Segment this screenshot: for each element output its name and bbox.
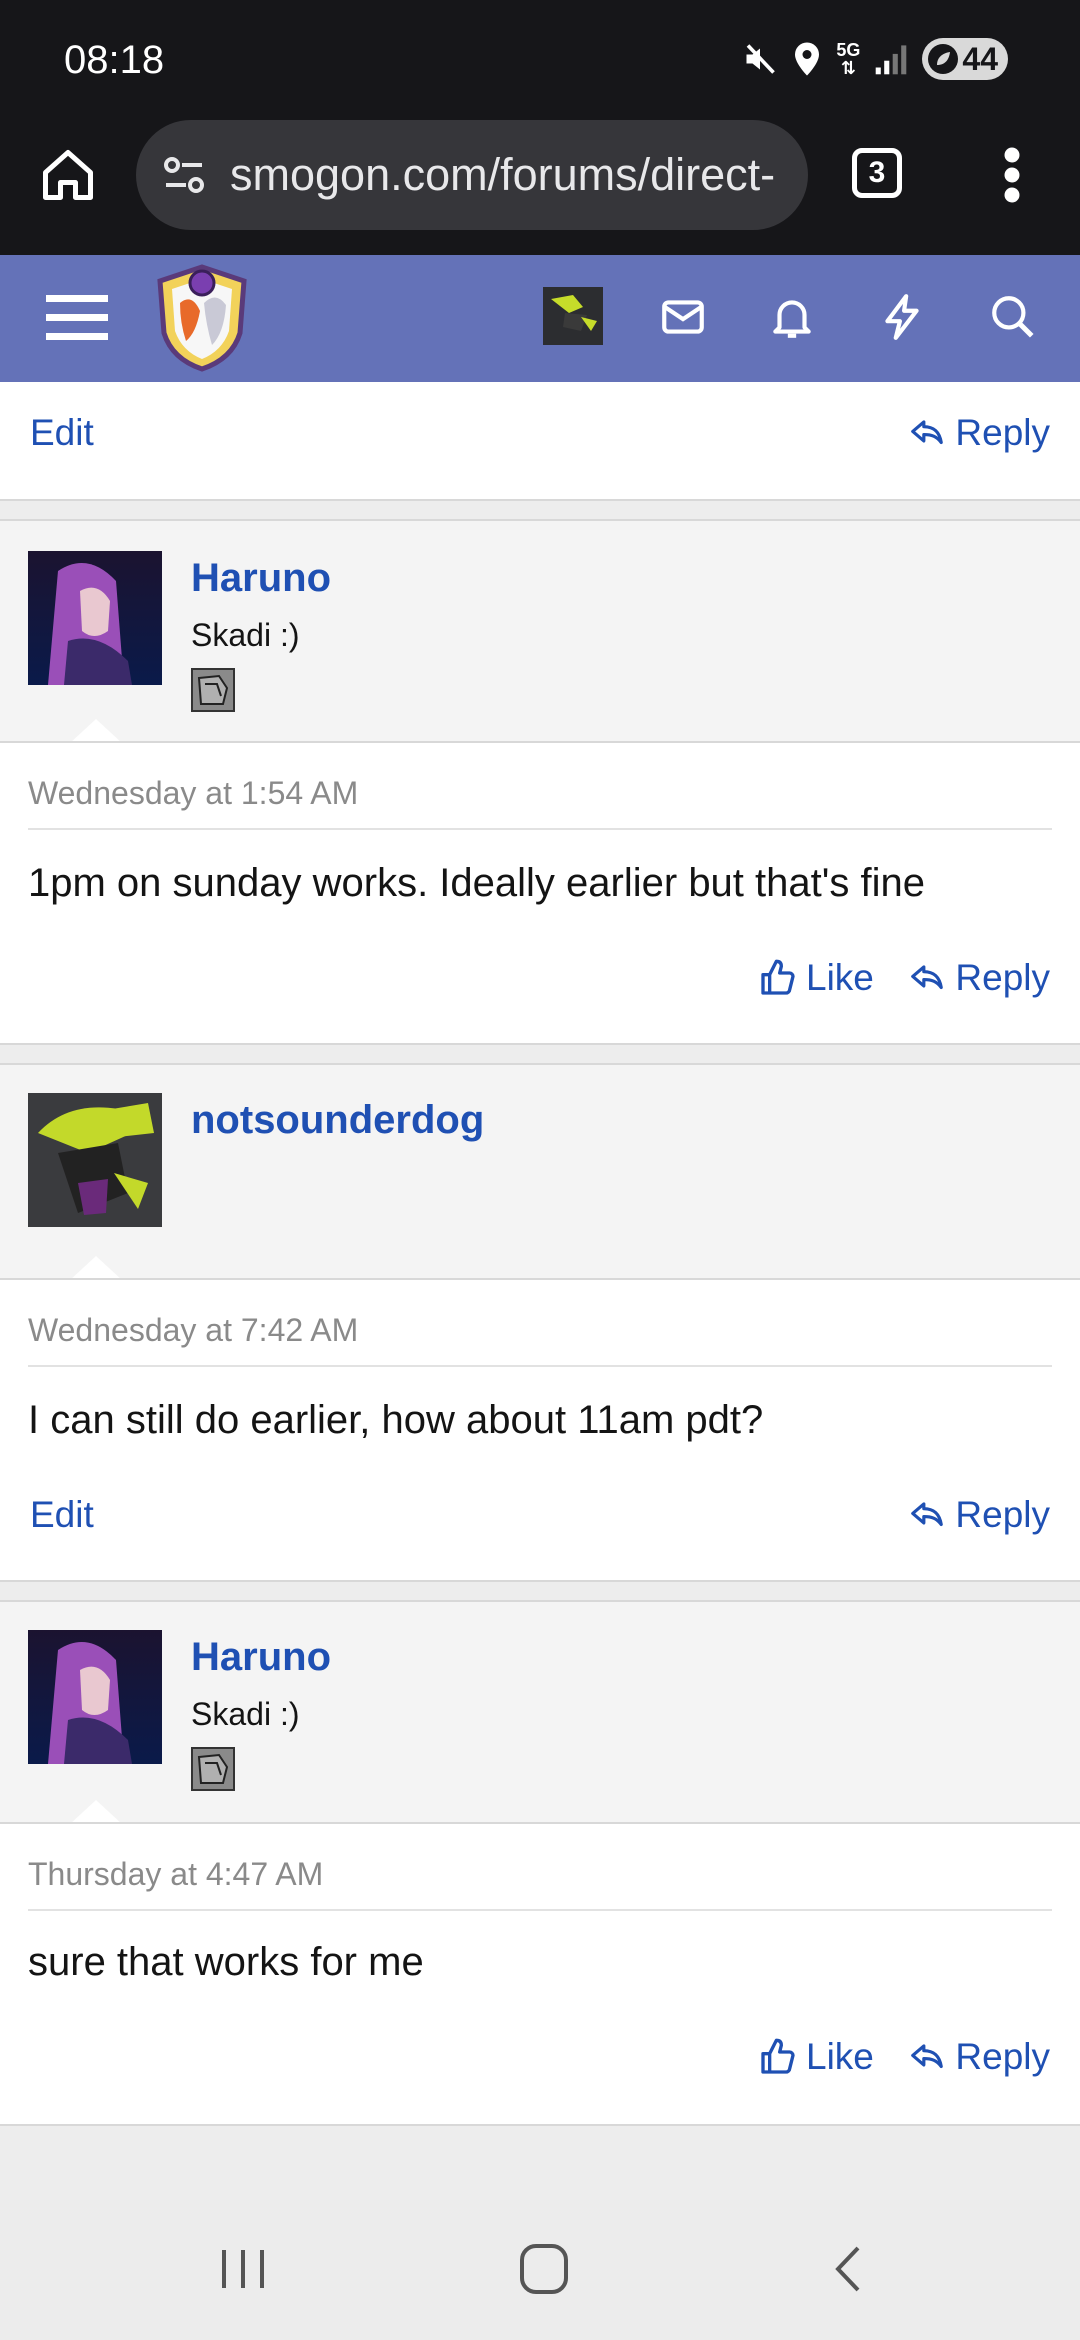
- signal-icon: [876, 45, 907, 75]
- site-settings-icon[interactable]: [160, 151, 208, 199]
- reply-icon: [911, 965, 944, 990]
- status-bar: 08:18 5G ⇅ 44: [0, 0, 1080, 115]
- system-navigation-bar: [0, 2200, 1080, 2340]
- gap: [0, 1045, 1080, 1063]
- post-timestamp[interactable]: Wednesday at 7:42 AM: [28, 1312, 358, 1349]
- url-text[interactable]: smogon.com/forums/direct-: [230, 149, 800, 201]
- timestamp-divider: [28, 1909, 1052, 1911]
- avatar[interactable]: [28, 551, 162, 685]
- thumbs-up-icon: [761, 959, 795, 995]
- location-icon: [795, 42, 820, 76]
- like-button[interactable]: Like: [758, 2036, 874, 2078]
- post-pointer: [70, 1800, 122, 1824]
- post-user-header: Haruno Skadi :): [0, 519, 1080, 743]
- gap: [0, 1582, 1080, 1600]
- user-badge-icon: [191, 1747, 235, 1791]
- post-user-header: notsounderdog: [0, 1063, 1080, 1280]
- user-title: Skadi :): [191, 617, 300, 653]
- reply-button[interactable]: Reply: [907, 957, 1050, 999]
- reply-icon: [911, 1502, 944, 1527]
- reply-button[interactable]: Reply: [907, 1494, 1050, 1536]
- site-header: [0, 255, 1080, 382]
- user-badge-icon: [191, 668, 235, 712]
- status-icons: 5G ⇅ 44: [742, 38, 1008, 80]
- reply-button[interactable]: Reply: [907, 2036, 1050, 2078]
- menu-icon[interactable]: [46, 293, 108, 343]
- post-message: I can still do earlier, how about 11am p…: [28, 1398, 764, 1442]
- thumbs-up-icon: [761, 2038, 795, 2074]
- username-link[interactable]: Haruno: [191, 556, 331, 601]
- user-title: Skadi :): [191, 1696, 300, 1732]
- post-timestamp[interactable]: Thursday at 4:47 AM: [28, 1856, 323, 1893]
- timestamp-divider: [28, 1365, 1052, 1367]
- timestamp-divider: [28, 828, 1052, 830]
- search-icon[interactable]: [988, 291, 1038, 343]
- edit-button[interactable]: Edit: [30, 1494, 94, 1536]
- account-avatar[interactable]: [543, 287, 603, 345]
- post-pointer: [70, 1256, 122, 1280]
- battery-indicator: 44: [922, 38, 1008, 80]
- status-time: 08:18: [64, 38, 165, 82]
- reply-icon: [911, 2044, 944, 2069]
- more-options-icon[interactable]: [1000, 145, 1024, 205]
- back-icon[interactable]: [828, 2244, 868, 2294]
- browser-toolbar: smogon.com/forums/direct- 3: [0, 115, 1080, 255]
- post-body: Wednesday at 7:42 AM I can still do earl…: [0, 1278, 1080, 1580]
- recent-apps-icon[interactable]: [218, 2244, 268, 2294]
- gap: [0, 501, 1080, 519]
- username-link[interactable]: notsounderdog: [191, 1098, 484, 1143]
- divider: [0, 2124, 1080, 2126]
- whats-new-bolt-icon[interactable]: [877, 291, 927, 343]
- post-timestamp[interactable]: Wednesday at 1:54 AM: [28, 775, 358, 812]
- post-pointer: [70, 719, 122, 743]
- battery-level: 44: [962, 40, 998, 77]
- reply-icon: [911, 420, 944, 445]
- previous-post-actions: Edit Reply: [0, 382, 1080, 500]
- network-5g-icon: 5G ⇅: [836, 40, 861, 78]
- reply-button[interactable]: Reply: [907, 412, 1050, 454]
- edit-button[interactable]: Edit: [30, 412, 94, 454]
- avatar[interactable]: [28, 1093, 162, 1227]
- home-icon[interactable]: [38, 145, 98, 205]
- notifications-bell-icon[interactable]: [767, 291, 817, 343]
- site-logo[interactable]: [152, 263, 252, 373]
- post-body: Wednesday at 1:54 AM 1pm on sunday works…: [0, 741, 1080, 1043]
- home-nav-icon[interactable]: [518, 2242, 570, 2296]
- mute-icon: [746, 44, 776, 74]
- post-message: sure that works for me: [28, 1940, 424, 1984]
- post-message: 1pm on sunday works. Ideally earlier but…: [28, 861, 925, 905]
- battery-saver-icon: [928, 44, 959, 74]
- avatar[interactable]: [28, 1630, 162, 1764]
- address-bar[interactable]: smogon.com/forums/direct-: [136, 120, 808, 230]
- inbox-icon[interactable]: [658, 291, 708, 343]
- tab-switcher-button[interactable]: 3: [852, 148, 902, 198]
- post-body: Thursday at 4:47 AM sure that works for …: [0, 1822, 1080, 2124]
- like-button[interactable]: Like: [758, 957, 874, 999]
- username-link[interactable]: Haruno: [191, 1635, 331, 1680]
- post-user-header: Haruno Skadi :): [0, 1600, 1080, 1824]
